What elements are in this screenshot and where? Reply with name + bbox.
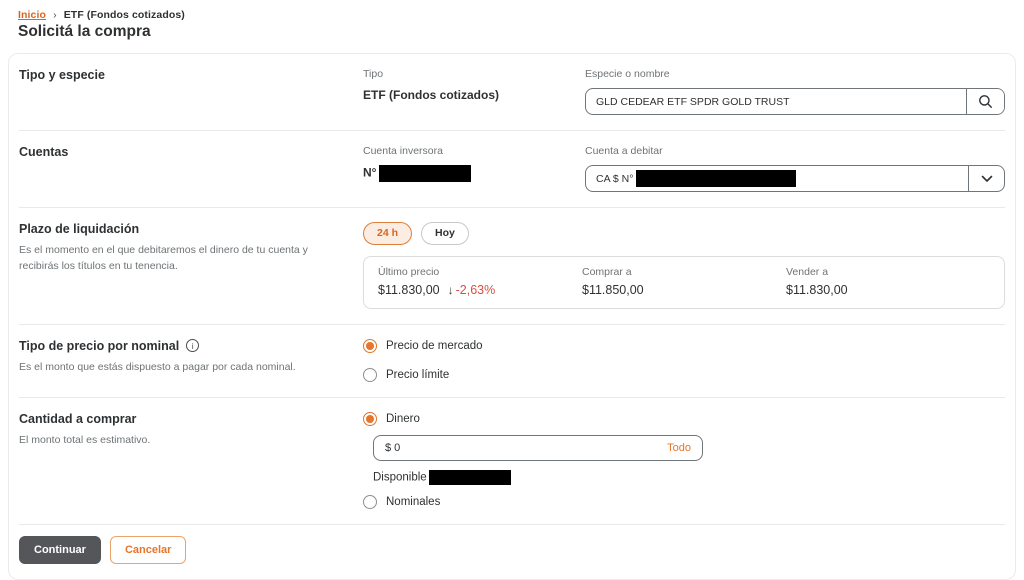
cuenta-debitar-label: Cuenta a debitar	[585, 145, 1005, 157]
redacted-available-balance	[429, 470, 511, 485]
cantidad-content: Dinero $ 0 Todo Disponible Nominales	[363, 412, 1005, 509]
section-cantidad-header: Cantidad a comprar El monto total es est…	[19, 412, 363, 509]
radio-precio-mercado-label: Precio de mercado	[386, 340, 483, 352]
radio-dinero-label: Dinero	[386, 413, 420, 425]
todo-button[interactable]: Todo	[667, 442, 691, 454]
tipo-label: Tipo	[363, 68, 585, 80]
breadcrumb-home-link[interactable]: Inicio	[18, 9, 46, 21]
cuenta-debitar-prefix: CA $ N°	[596, 173, 633, 185]
redacted-debit-account	[636, 170, 796, 187]
cuenta-debitar-value: CA $ N°	[586, 166, 968, 191]
search-icon	[978, 94, 993, 109]
price-ultimo-amount: $11.830,00	[378, 283, 440, 297]
section-tipo-especie: Tipo y especie Tipo ETF (Fondos cotizado…	[19, 54, 1005, 131]
section-tipo-precio-header: Tipo de precio por nominal i Es el monto…	[19, 339, 363, 382]
cuenta-inversora-prefix: N°	[363, 166, 376, 180]
section-title-tipo-especie: Tipo y especie	[19, 68, 339, 82]
disponible-line: Disponible	[373, 470, 1005, 485]
price-vender-value: $11.830,00	[786, 283, 990, 297]
cuenta-inversora-label: Cuenta inversora	[363, 145, 585, 157]
especie-field: Especie o nombre GLD CEDEAR ETF SPDR GOL…	[585, 68, 1005, 115]
price-ultimo-label: Último precio	[378, 266, 582, 278]
section-title-cuentas: Cuentas	[19, 145, 339, 159]
disponible-label: Disponible	[373, 471, 427, 483]
especie-label: Especie o nombre	[585, 68, 1005, 80]
section-tipo-precio: Tipo de precio por nominal i Es el monto…	[19, 325, 1005, 398]
arrow-down-icon: ↓	[448, 283, 454, 297]
price-comprar-value: $11.850,00	[582, 283, 786, 297]
order-form-card: Tipo y especie Tipo ETF (Fondos cotizado…	[8, 53, 1016, 580]
price-panel: Último precio $11.830,00 ↓-2,63% Comprar …	[363, 256, 1005, 309]
section-title-plazo: Plazo de liquidación	[19, 222, 339, 236]
section-cuentas: Cuentas Cuenta inversora N° Cuenta a deb…	[19, 131, 1005, 208]
continue-button[interactable]: Continuar	[19, 536, 101, 564]
section-title-cantidad: Cantidad a comprar	[19, 412, 339, 426]
plazo-content: 24 h Hoy Último precio $11.830,00 ↓-2,63%…	[363, 222, 1005, 309]
chevron-down-icon	[968, 166, 1004, 191]
cuenta-debitar-select[interactable]: CA $ N°	[585, 165, 1005, 192]
radio-precio-mercado[interactable]: Precio de mercado	[363, 339, 1005, 353]
form-actions: Continuar Cancelar	[19, 525, 1005, 579]
cuenta-debitar-field: Cuenta a debitar CA $ N°	[585, 145, 1005, 192]
cuenta-inversora-field: Cuenta inversora N°	[363, 145, 585, 192]
price-comprar: Comprar a $11.850,00	[582, 266, 786, 297]
radio-nominales[interactable]: Nominales	[363, 495, 1005, 509]
tipo-precio-options: Precio de mercado Precio límite	[363, 339, 1005, 382]
amount-input[interactable]: $ 0 Todo	[373, 435, 703, 461]
breadcrumb: Inicio › ETF (Fondos cotizados)	[18, 9, 1024, 21]
plazo-chip-group: 24 h Hoy	[363, 222, 1005, 245]
breadcrumb-current: ETF (Fondos cotizados)	[64, 9, 185, 21]
section-cantidad: Cantidad a comprar El monto total es est…	[19, 398, 1005, 525]
section-plazo: Plazo de liquidación Es el momento en el…	[19, 208, 1005, 325]
redacted-account-number	[379, 165, 471, 182]
section-tipo-especie-header: Tipo y especie	[19, 68, 363, 115]
price-vender-label: Vender a	[786, 266, 990, 278]
price-comprar-label: Comprar a	[582, 266, 786, 278]
price-vender: Vender a $11.830,00	[786, 266, 990, 297]
page: Inicio › ETF (Fondos cotizados) Solicitá…	[0, 9, 1024, 580]
chip-24h[interactable]: 24 h	[363, 222, 412, 245]
radio-precio-limite-label: Precio límite	[386, 369, 449, 381]
tipo-value: ETF (Fondos cotizados)	[363, 88, 585, 102]
radio-unchecked-icon	[363, 495, 377, 509]
section-plazo-header: Plazo de liquidación Es el momento en el…	[19, 222, 363, 309]
cancel-button[interactable]: Cancelar	[110, 536, 186, 564]
tipo-precio-title-text: Tipo de precio por nominal	[19, 339, 179, 353]
section-plazo-description: Es el momento en el que debitaremos el d…	[19, 243, 339, 275]
especie-search-input[interactable]: GLD CEDEAR ETF SPDR GOLD TRUST	[585, 88, 1005, 115]
section-cuentas-header: Cuentas	[19, 145, 363, 192]
radio-unchecked-icon	[363, 368, 377, 382]
page-title: Solicitá la compra	[18, 23, 1024, 41]
tipo-field: Tipo ETF (Fondos cotizados)	[363, 68, 585, 115]
especie-search-value: GLD CEDEAR ETF SPDR GOLD TRUST	[586, 89, 966, 114]
amount-value: $ 0	[385, 442, 400, 454]
section-cantidad-description: El monto total es estimativo.	[19, 433, 339, 449]
radio-checked-icon	[363, 339, 377, 353]
radio-nominales-label: Nominales	[386, 496, 440, 508]
price-ultimo-value: $11.830,00 ↓-2,63%	[378, 283, 582, 297]
cuenta-inversora-value: N°	[363, 165, 585, 182]
radio-dinero[interactable]: Dinero	[363, 412, 1005, 426]
radio-precio-limite[interactable]: Precio límite	[363, 368, 1005, 382]
breadcrumb-separator-icon: ›	[53, 9, 57, 21]
price-ultimo: Último precio $11.830,00 ↓-2,63%	[378, 266, 582, 297]
radio-checked-icon	[363, 412, 377, 426]
info-icon[interactable]: i	[186, 339, 199, 352]
price-change-negative: -2,63%	[456, 283, 496, 297]
search-button[interactable]	[966, 89, 1004, 114]
section-tipo-precio-description: Es el monto que estás dispuesto a pagar …	[19, 360, 339, 376]
section-title-tipo-precio: Tipo de precio por nominal i	[19, 339, 339, 353]
chip-hoy[interactable]: Hoy	[421, 222, 469, 245]
